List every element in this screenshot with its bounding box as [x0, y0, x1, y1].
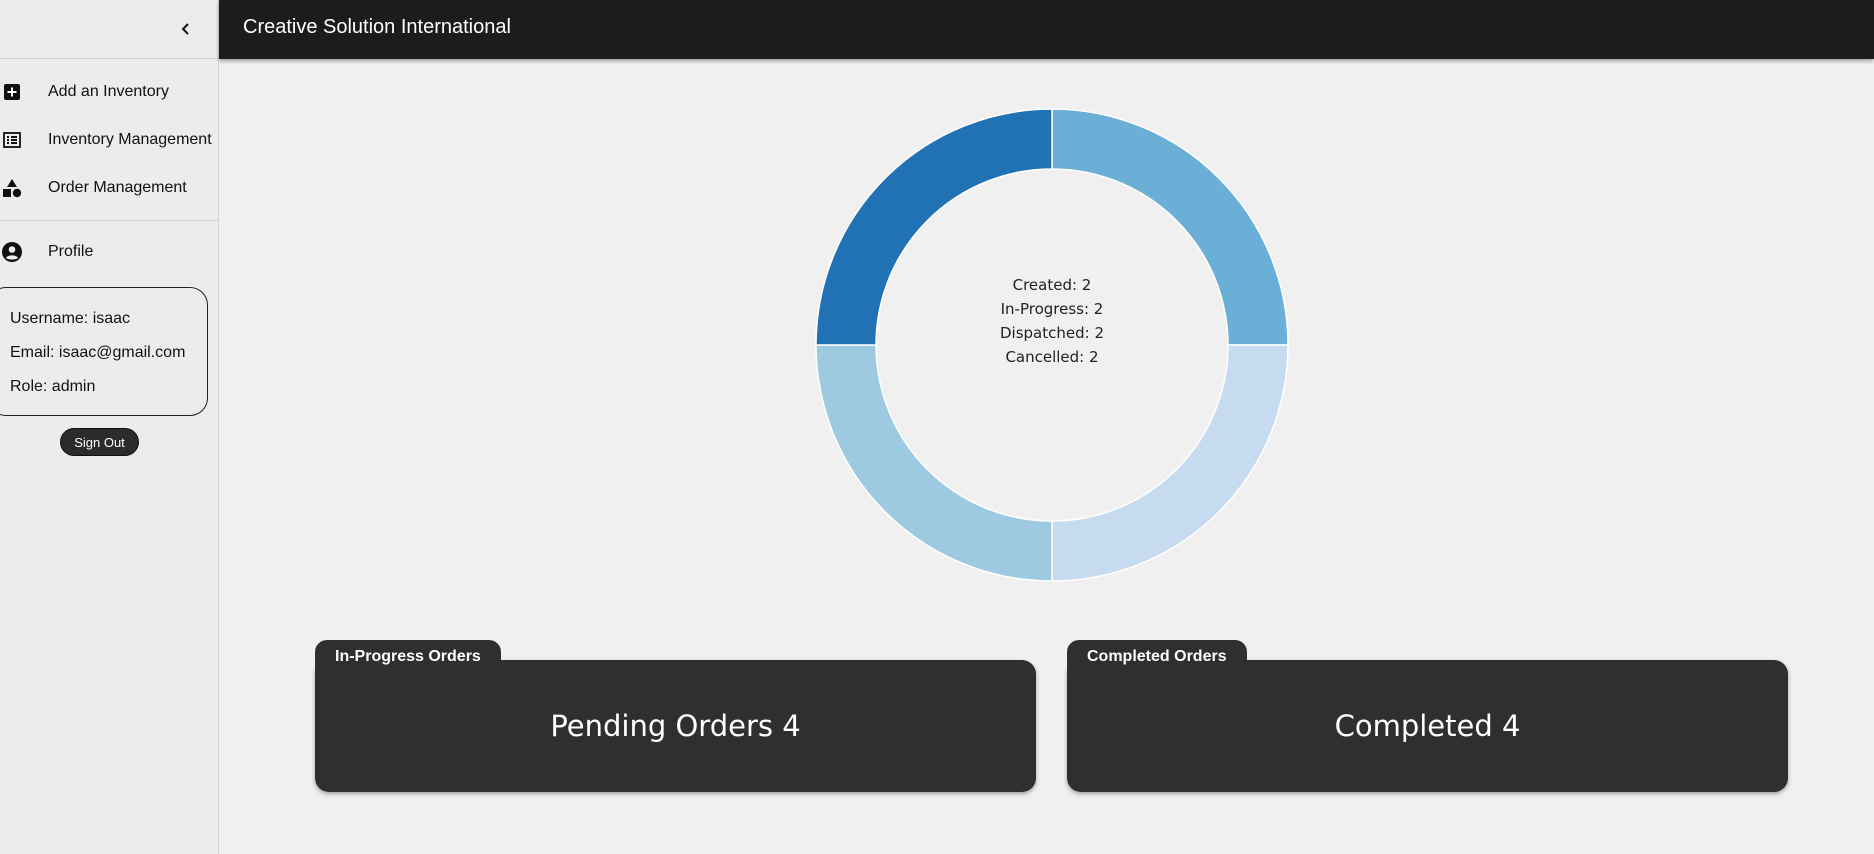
card-tab-in-progress: In-Progress Orders: [315, 640, 501, 674]
sidebar-item-profile[interactable]: Profile: [0, 232, 219, 272]
profile-role: Role: admin: [10, 378, 96, 395]
sidebar-item-label: Add an Inventory: [48, 83, 169, 100]
profile-card: Username: isaac Email: isaac@gmail.com R…: [0, 287, 208, 416]
sidebar-item-inventory-management[interactable]: Inventory Management: [0, 120, 219, 160]
sidebar: Add an Inventory Inventory Management Or…: [0, 0, 219, 854]
collapse-sidebar-button[interactable]: [172, 15, 200, 43]
card-body: Completed 4: [1067, 660, 1788, 792]
chart-label-created: Created: 2: [1012, 276, 1092, 294]
donut-slice-in-progress[interactable]: [1051, 344, 1289, 582]
account-circle-icon: [0, 240, 24, 264]
sidebar-collapse-row: [0, 0, 218, 59]
profile-email: Email: isaac@gmail.com: [10, 344, 186, 361]
chart-label-in-progress: In-Progress: 2: [1000, 300, 1104, 318]
sidebar-item-label: Order Management: [48, 179, 187, 196]
sidebar-divider: [0, 220, 219, 221]
card-tab-completed: Completed Orders: [1067, 640, 1247, 674]
list-icon: [0, 128, 24, 152]
donut-slice-dispatched[interactable]: [815, 344, 1053, 582]
chart-label-cancelled: Cancelled: 2: [1005, 348, 1099, 366]
add-box-icon: [0, 80, 24, 104]
app-title: Creative Solution International: [243, 16, 511, 38]
sidebar-item-label: Profile: [48, 243, 94, 260]
chart-center-labels: Created: 2 In-Progress: 2 Dispatched: 2 …: [815, 273, 1289, 369]
category-shapes-icon: [0, 176, 24, 200]
sign-out-button[interactable]: Sign Out: [60, 428, 139, 456]
order-status-chart: Created: 2 In-Progress: 2 Dispatched: 2 …: [815, 107, 1289, 583]
pending-orders-value: Pending Orders 4: [550, 709, 801, 743]
chart-label-dispatched: Dispatched: 2: [1000, 324, 1104, 342]
completed-orders-value: Completed 4: [1334, 709, 1521, 743]
sidebar-item-label: Inventory Management: [48, 131, 212, 148]
chevron-left-icon: [181, 23, 189, 35]
sidebar-item-order-management[interactable]: Order Management: [0, 168, 219, 208]
card-body: Pending Orders 4: [315, 660, 1036, 792]
sidebar-item-add-inventory[interactable]: Add an Inventory: [0, 72, 219, 112]
profile-username: Username: isaac: [10, 310, 131, 327]
app-header: Creative Solution International: [219, 0, 1874, 59]
